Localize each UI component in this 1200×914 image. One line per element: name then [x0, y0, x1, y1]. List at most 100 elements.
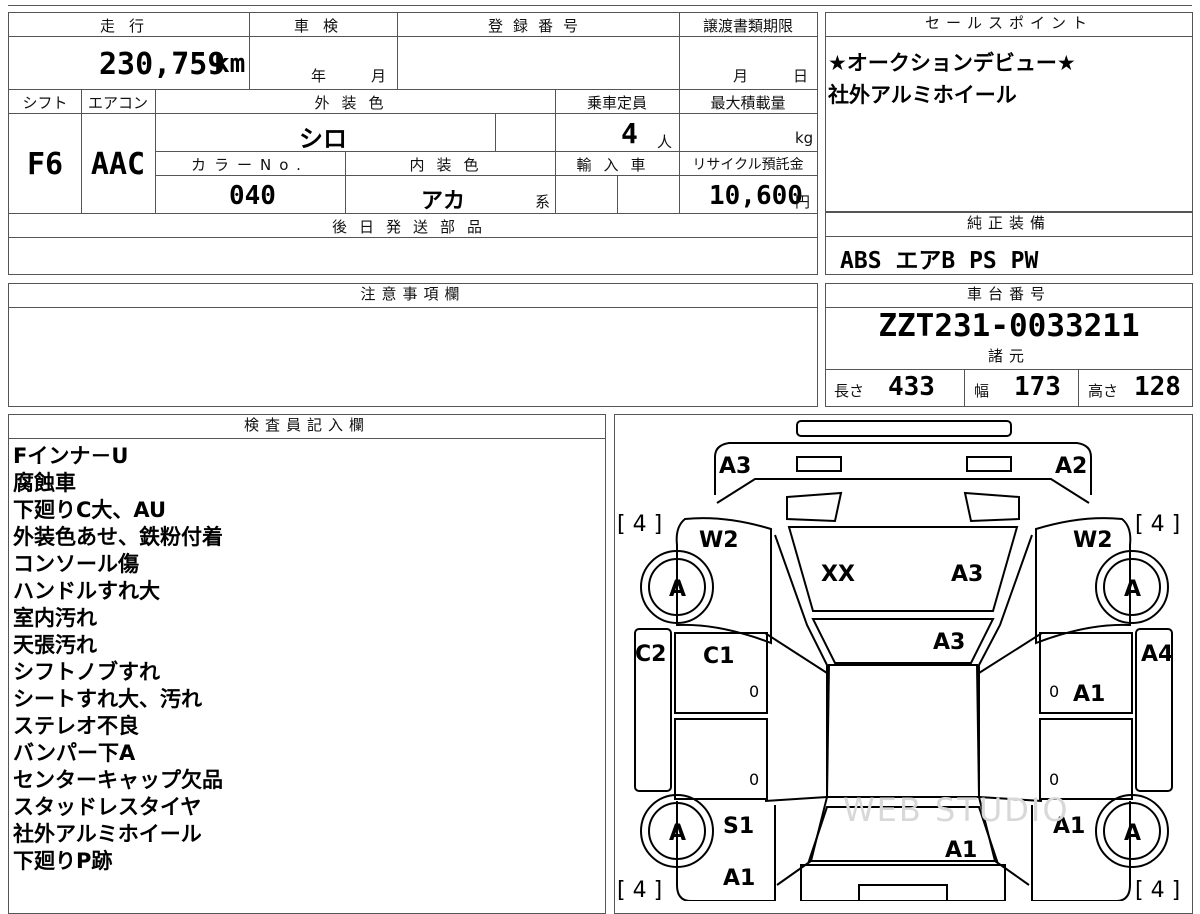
label-windshield: A3 — [933, 630, 965, 655]
equipment-box: 純正装備 ABS エアB PS PW — [825, 212, 1193, 275]
exterior-color-label: 外装色 — [314, 94, 396, 112]
label-side-right: A4 — [1141, 642, 1173, 667]
tire-bracket-rr: [ 4 ] — [1135, 878, 1180, 901]
inspector-box: 検査員記入欄 Fインナ－U 腐蝕車 下廻りC大、AU 外装色あせ、鉄粉付着 コン… — [8, 414, 606, 914]
note-item: シートすれ大、汚れ — [13, 687, 202, 711]
note-item: 下廻りC大、AU — [13, 498, 167, 522]
caution-label: 注意事項欄 — [9, 284, 817, 308]
damage-diagram-box: A3 A2 W2 W2 XX A3 A3 C2 C1 A4 A1 S1 A1 A… — [614, 414, 1193, 914]
watermark: WEB STUDIO — [843, 791, 1070, 829]
label-front-right: A2 — [1055, 454, 1087, 479]
note-item: 下廻りP跡 — [13, 849, 113, 873]
sales-point-label: セールスポイント — [826, 13, 1192, 37]
label-front-door-left: C1 — [703, 644, 734, 669]
note-item: Fインナ－U — [13, 444, 129, 468]
sales-point-line-2: 社外アルミホイール — [828, 83, 1017, 107]
mileage-value: 230,759 — [99, 47, 226, 82]
mileage-label: 走行 — [99, 17, 158, 35]
label-side-left: C2 — [635, 642, 666, 667]
height-value: 128 — [1134, 372, 1181, 402]
label-rear-bottom-left: A1 — [723, 866, 755, 891]
tire-bracket-fl: [ 4 ] — [617, 512, 662, 537]
registration-label: 登録番号 — [487, 17, 588, 35]
label-hood-right: A3 — [951, 562, 983, 587]
equipment-value: ABS エアB PS PW — [840, 248, 1039, 274]
max-load-label: 最大積載量 — [710, 94, 786, 112]
capacity-unit: 人 — [657, 133, 673, 151]
length-value: 433 — [888, 372, 935, 402]
note-item: 社外アルミホイール — [13, 822, 202, 846]
note-item: 外装色あせ、鉄粉付着 — [13, 525, 223, 549]
exterior-color-value: シロ — [299, 125, 347, 153]
inspection-label: 車検 — [293, 17, 352, 35]
label-rear-left: S1 — [723, 814, 754, 839]
equipment-label: 純正装備 — [826, 213, 1192, 237]
note-item: ステレオ不良 — [13, 714, 139, 738]
shift-value: F6 — [26, 147, 64, 182]
mileage-unit: km — [214, 49, 246, 79]
tire-bracket-rl: [ 4 ] — [617, 878, 662, 901]
wheel-label-fr: A — [1124, 577, 1141, 602]
transfer-day-unit: 日 — [793, 67, 809, 85]
width-value: 173 — [1014, 372, 1061, 402]
length-label: 長さ — [834, 382, 865, 400]
capacity-label: 乗車定員 — [586, 94, 647, 112]
car-damage-diagram: A3 A2 W2 W2 XX A3 A3 C2 C1 A4 A1 S1 A1 A… — [617, 420, 1180, 901]
inspection-year-unit: 年 — [311, 67, 327, 85]
recycle-unit: 円 — [795, 193, 811, 211]
zero-mark: 0 — [1049, 770, 1059, 789]
top-strip — [8, 0, 1192, 6]
chassis-box: 車台番号 ZZT231-0033211 諸元 長さ 433 幅 173 高さ 1… — [825, 283, 1193, 407]
label-fender-right: W2 — [1073, 528, 1113, 553]
wheel-label-rr: A — [1124, 821, 1141, 846]
interior-color-suffix: 系 — [535, 193, 551, 211]
sales-point-line-1: ★オークションデビュー★ — [828, 51, 1076, 75]
recycle-value: 10,600 — [709, 181, 803, 211]
note-item: センターキャップ欠品 — [13, 768, 223, 792]
recycle-label: リサイクル預託金 — [692, 157, 804, 173]
color-no-value: 040 — [229, 181, 276, 211]
import-label: 輸入車 — [576, 156, 658, 174]
vehicle-info-table: 走行 車検 登録番号 譲渡書類期限 230,759 km 年 月 月 日 シフト… — [8, 12, 818, 275]
label-front-left: A3 — [719, 454, 751, 479]
sales-point-box: セールスポイント ★オークションデビュー★ 社外アルミホイール — [825, 12, 1193, 212]
zero-mark: 0 — [749, 682, 759, 701]
later-parts-label: 後日発送部品 — [331, 218, 494, 236]
chassis-label: 車台番号 — [826, 284, 1192, 308]
wheel-label-rl: A — [669, 821, 686, 846]
specs-label: 諸元 — [826, 346, 1192, 370]
transfer-month-unit: 月 — [733, 67, 749, 85]
interior-color-label: 内装色 — [409, 156, 491, 174]
inspector-label: 検査員記入欄 — [9, 415, 605, 439]
note-item: バンパー下A — [13, 741, 136, 765]
zero-mark: 0 — [749, 770, 759, 789]
note-item: コンソール傷 — [13, 552, 139, 576]
transfer-deadline-label: 譲渡書類期限 — [702, 17, 793, 35]
wheel-label-fl: A — [669, 577, 686, 602]
capacity-value: 4 — [621, 117, 638, 150]
label-fender-left: W2 — [699, 528, 739, 553]
aircon-label: エアコン — [87, 94, 148, 112]
width-label: 幅 — [974, 382, 990, 400]
color-no-label: カラーNo. — [191, 156, 309, 174]
height-label: 高さ — [1088, 382, 1119, 400]
label-front-door-right: A1 — [1073, 682, 1105, 707]
note-item: スタッドレスタイヤ — [13, 795, 202, 819]
note-item: 室内汚れ — [13, 606, 97, 630]
note-item: シフトノブすれ — [13, 660, 160, 684]
tire-bracket-fr: [ 4 ] — [1135, 512, 1180, 537]
note-item: ハンドルすれ大 — [13, 579, 160, 603]
inspector-notes: Fインナ－U 腐蝕車 下廻りC大、AU 外装色あせ、鉄粉付着 コンソール傷 ハン… — [13, 443, 223, 875]
zero-mark: 0 — [1049, 682, 1059, 701]
chassis-value: ZZT231-0033211 — [878, 308, 1140, 344]
caution-box: 注意事項欄 — [8, 283, 818, 407]
aircon-value: AAC — [90, 147, 146, 182]
label-hood-left: XX — [821, 562, 855, 587]
label-roof: A1 — [945, 838, 977, 863]
inspection-month-unit: 月 — [371, 67, 387, 85]
note-item: 天張汚れ — [13, 633, 97, 657]
max-load-unit: kg — [795, 129, 814, 147]
interior-color-value: アカ — [421, 189, 466, 214]
shift-label: シフト — [22, 94, 68, 112]
note-item: 腐蝕車 — [13, 471, 76, 495]
